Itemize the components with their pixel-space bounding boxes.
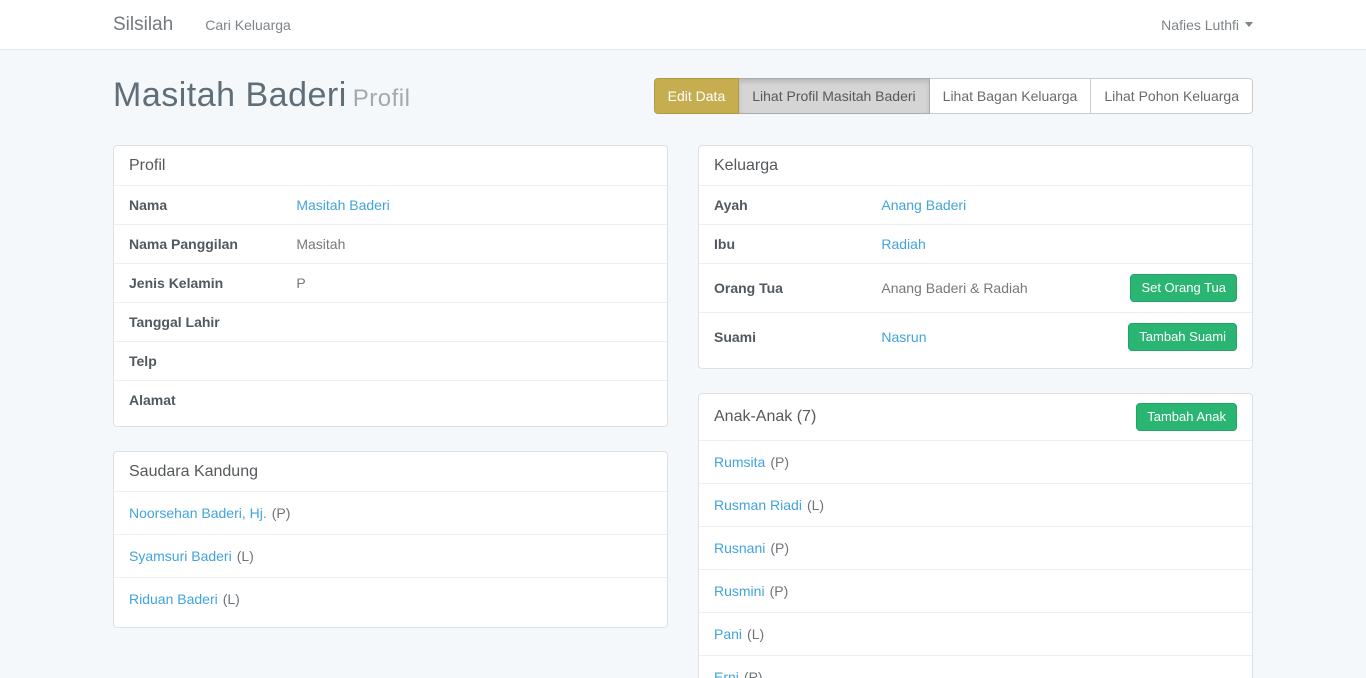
saudara-kandung-panel: Saudara Kandung Noorsehan Baderi, Hj. (P)… <box>113 451 668 628</box>
child-link[interactable]: Rusmini <box>714 583 765 599</box>
gender-label: (L) <box>223 591 240 607</box>
set-orang-tua-button[interactable]: Set Orang Tua <box>1130 274 1237 302</box>
table-row: Tanggal Lahir <box>114 302 667 341</box>
user-name: Nafies Luthfi <box>1161 17 1239 33</box>
navbar: Silsilah Cari Keluarga Nafies Luthfi <box>0 0 1366 50</box>
tambah-suami-button[interactable]: Tambah Suami <box>1128 323 1237 351</box>
gender-label: (P) <box>770 540 789 556</box>
list-item: Riduan Baderi (L) <box>114 577 667 620</box>
table-row: Ayah Anang Baderi <box>699 185 1252 224</box>
gender-label: (P) <box>770 454 789 470</box>
row-label: Jenis Kelamin <box>129 275 296 291</box>
caret-down-icon <box>1245 22 1253 27</box>
list-item: Erni (P) <box>699 655 1252 678</box>
row-label: Suami <box>714 329 881 345</box>
anak-anak-panel: Anak-Anak (7) Tambah Anak Rumsita (P) Rus… <box>698 393 1253 678</box>
list-item: Pani (L) <box>699 612 1252 655</box>
page-subtitle: Profil <box>353 85 411 112</box>
left-column: Profil Nama Masitah Baderi Nama Panggila… <box>113 145 668 652</box>
profil-panel: Profil Nama Masitah Baderi Nama Panggila… <box>113 145 668 427</box>
saudara-panel-heading: Saudara Kandung <box>114 452 667 491</box>
gender-label: (P) <box>272 505 291 521</box>
row-label: Tanggal Lahir <box>129 314 296 330</box>
edit-data-button[interactable]: Edit Data <box>654 78 740 114</box>
anak-panel-title: Anak-Anak (7) <box>714 408 1136 426</box>
row-label: Ayah <box>714 197 881 213</box>
gender-label: (L) <box>237 548 254 564</box>
list-item: Rusnani (P) <box>699 526 1252 569</box>
page-title: Masitah BaderiProfil <box>113 76 410 115</box>
keluarga-panel: Keluarga Ayah Anang Baderi Ibu Radiah Or… <box>698 145 1253 369</box>
sibling-link[interactable]: Riduan Baderi <box>129 591 218 607</box>
page: Silsilah Cari Keluarga Nafies Luthfi Mas… <box>0 0 1366 678</box>
right-column: Keluarga Ayah Anang Baderi Ibu Radiah Or… <box>698 145 1253 678</box>
child-link[interactable]: Rusman Riadi <box>714 497 802 513</box>
lihat-bagan-keluarga-button[interactable]: Lihat Bagan Keluarga <box>929 78 1092 114</box>
user-menu-dropdown[interactable]: Nafies Luthfi <box>1161 17 1253 33</box>
husband-link[interactable]: Nasrun <box>881 329 926 345</box>
keluarga-panel-heading: Keluarga <box>699 146 1252 185</box>
brand-link[interactable]: Silsilah <box>113 14 173 36</box>
row-label: Orang Tua <box>714 280 881 296</box>
person-name: Masitah Baderi <box>113 76 347 114</box>
row-value: P <box>296 275 652 291</box>
page-header: Masitah BaderiProfil Edit Data Lihat Pro… <box>113 76 1253 115</box>
profil-panel-heading: Profil <box>114 146 667 185</box>
table-row: Ibu Radiah <box>699 224 1252 263</box>
sibling-link[interactable]: Noorsehan Baderi, Hj. <box>129 505 267 521</box>
list-item: Rusman Riadi (L) <box>699 483 1252 526</box>
child-link[interactable]: Rusnani <box>714 540 765 556</box>
gender-label: (P) <box>770 583 789 599</box>
lihat-profil-button[interactable]: Lihat Profil Masitah Baderi <box>738 78 929 114</box>
row-label: Nama <box>129 197 296 213</box>
table-row: Alamat <box>114 380 667 419</box>
profile-name-link[interactable]: Masitah Baderi <box>296 197 389 213</box>
keluarga-panel-title: Keluarga <box>714 157 1237 175</box>
row-label: Nama Panggilan <box>129 236 296 252</box>
gender-label: (P) <box>744 669 763 678</box>
child-link[interactable]: Pani <box>714 626 742 642</box>
row-value: Masitah <box>296 236 652 252</box>
child-link[interactable]: Rumsita <box>714 454 765 470</box>
father-link[interactable]: Anang Baderi <box>881 197 966 213</box>
list-item: Rumsita (P) <box>699 440 1252 483</box>
mother-link[interactable]: Radiah <box>881 236 925 252</box>
saudara-panel-title: Saudara Kandung <box>129 463 652 481</box>
table-row: Nama Masitah Baderi <box>114 185 667 224</box>
list-item: Rusmini (P) <box>699 569 1252 612</box>
profil-panel-title: Profil <box>129 157 652 175</box>
table-row: Telp <box>114 341 667 380</box>
table-row: Jenis Kelamin P <box>114 263 667 302</box>
list-item: Syamsuri Baderi (L) <box>114 534 667 577</box>
table-row: Suami Nasrun Tambah Suami <box>699 312 1252 361</box>
child-link[interactable]: Erni <box>714 669 739 678</box>
list-item: Noorsehan Baderi, Hj. (P) <box>114 491 667 534</box>
sibling-link[interactable]: Syamsuri Baderi <box>129 548 232 564</box>
row-label: Telp <box>129 353 296 369</box>
row-label: Alamat <box>129 392 296 408</box>
gender-label: (L) <box>747 626 764 642</box>
action-button-group: Edit Data Lihat Profil Masitah Baderi Li… <box>654 78 1253 114</box>
parents-value: Anang Baderi & Radiah <box>881 280 1130 296</box>
anak-panel-heading: Anak-Anak (7) Tambah Anak <box>699 394 1252 440</box>
lihat-pohon-keluarga-button[interactable]: Lihat Pohon Keluarga <box>1090 78 1253 114</box>
table-row: Nama Panggilan Masitah <box>114 224 667 263</box>
nav-item-cari-keluarga[interactable]: Cari Keluarga <box>205 17 291 33</box>
table-row: Orang Tua Anang Baderi & Radiah Set Oran… <box>699 263 1252 312</box>
tambah-anak-button[interactable]: Tambah Anak <box>1136 403 1237 431</box>
gender-label: (L) <box>807 497 824 513</box>
row-label: Ibu <box>714 236 881 252</box>
